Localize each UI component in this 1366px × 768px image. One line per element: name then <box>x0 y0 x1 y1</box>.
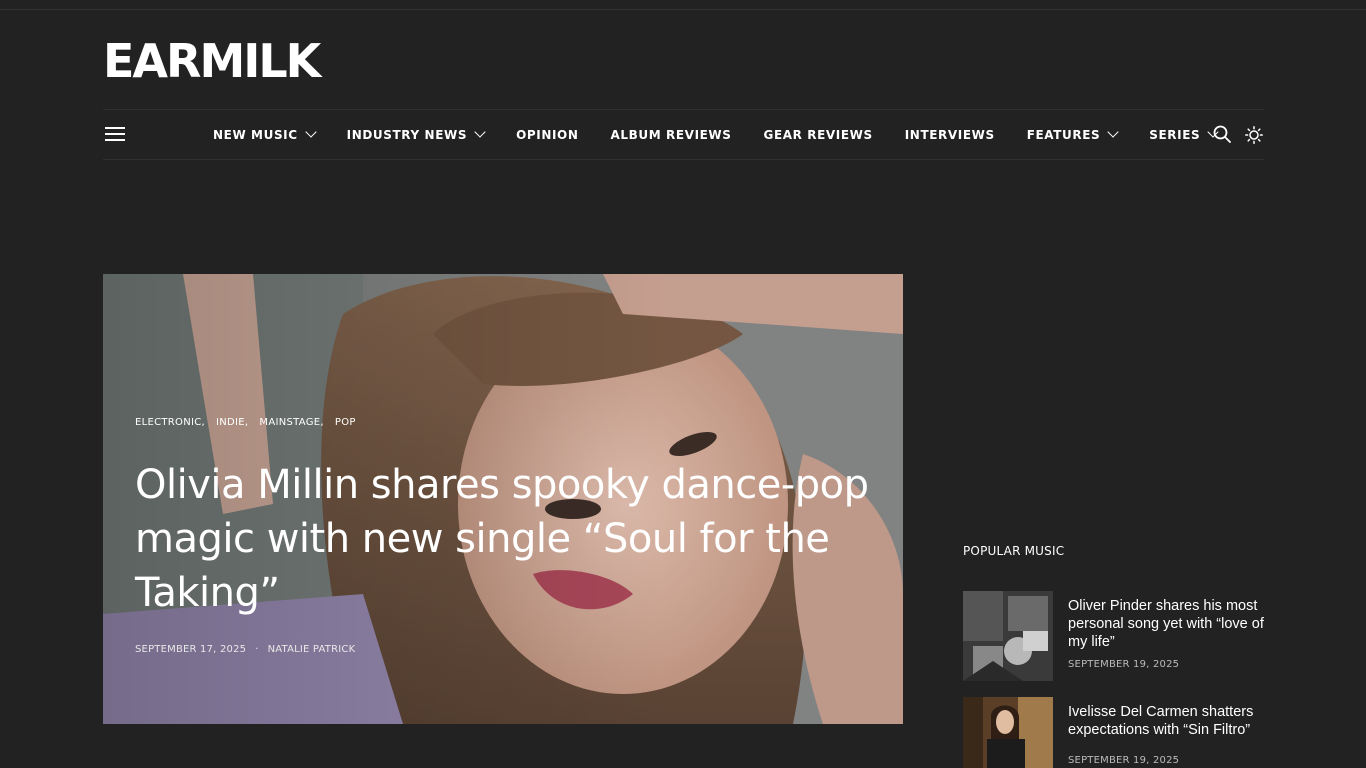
sun-icon[interactable] <box>1245 126 1263 144</box>
top-divider <box>0 9 1366 10</box>
nav-item-opinion[interactable]: OPINION <box>516 128 578 142</box>
popular-item-thumbnail[interactable] <box>963 697 1053 768</box>
article-author[interactable]: NATALIE PATRICK <box>268 644 356 655</box>
nav-item-interviews[interactable]: INTERVIEWS <box>905 128 995 142</box>
nav-item-label: GEAR REVIEWS <box>763 127 873 142</box>
hamburger-menu-icon[interactable] <box>105 127 125 143</box>
category-link[interactable]: ELECTRONIC, <box>135 417 205 428</box>
nav-item-label: INDUSTRY NEWS <box>346 127 468 142</box>
nav-item-industry-news[interactable]: INDUSTRY NEWS <box>346 126 486 142</box>
category-link[interactable]: POP <box>335 417 356 428</box>
nav-items: NEW MUSIC INDUSTRY NEWS OPINION ALBUM REVIE… <box>213 110 1249 159</box>
article-meta: SEPTEMBER 17, 2025 · NATALIE PATRICK <box>135 644 355 655</box>
nav-item-new-music[interactable]: NEW MUSIC <box>213 126 317 142</box>
nav-item-album-reviews[interactable]: ALBUM REVIEWS <box>611 128 732 142</box>
meta-separator: · <box>255 644 259 655</box>
nav-item-label: INTERVIEWS <box>904 127 995 142</box>
chevron-down-icon <box>474 126 486 138</box>
popular-item-thumbnail[interactable] <box>963 591 1053 681</box>
category-link[interactable]: INDIE, <box>216 417 248 428</box>
popular-item-title[interactable]: Ivelisse Del Carmen shatters expectation… <box>1068 703 1268 739</box>
category-list: ELECTRONIC, INDIE, MAINSTAGE, POP <box>135 417 367 428</box>
main-navigation: NEW MUSIC INDUSTRY NEWS OPINION ALBUM REVIE… <box>103 109 1264 160</box>
popular-music-heading: POPULAR MUSIC <box>963 544 1065 558</box>
nav-item-label: ALBUM REVIEWS <box>610 127 732 142</box>
popular-item-date: SEPTEMBER 19, 2025 <box>1068 659 1180 670</box>
popular-item-title[interactable]: Oliver Pinder shares his most personal s… <box>1068 597 1268 651</box>
article-date: SEPTEMBER 17, 2025 <box>135 644 247 655</box>
nav-item-label: NEW MUSIC <box>213 127 298 142</box>
nav-item-label: FEATURES <box>1026 127 1101 142</box>
featured-article[interactable]: ELECTRONIC, INDIE, MAINSTAGE, POP Olivia Mi… <box>103 274 903 724</box>
site-logo[interactable]: EARMILK <box>103 36 321 86</box>
chevron-down-icon <box>1107 126 1119 138</box>
category-link[interactable]: MAINSTAGE, <box>259 417 324 428</box>
popular-item-date: SEPTEMBER 19, 2025 <box>1068 755 1180 766</box>
nav-item-label: SERIES <box>1149 127 1201 142</box>
nav-item-series[interactable]: SERIES <box>1149 126 1219 142</box>
chevron-down-icon <box>304 126 317 138</box>
search-icon[interactable] <box>1213 125 1231 143</box>
nav-item-features[interactable]: FEATURES <box>1026 126 1119 142</box>
featured-article-title[interactable]: Olivia Millin shares spooky dance-pop ma… <box>135 458 875 620</box>
nav-item-label: OPINION <box>516 127 579 142</box>
nav-item-gear-reviews[interactable]: GEAR REVIEWS <box>764 128 873 142</box>
